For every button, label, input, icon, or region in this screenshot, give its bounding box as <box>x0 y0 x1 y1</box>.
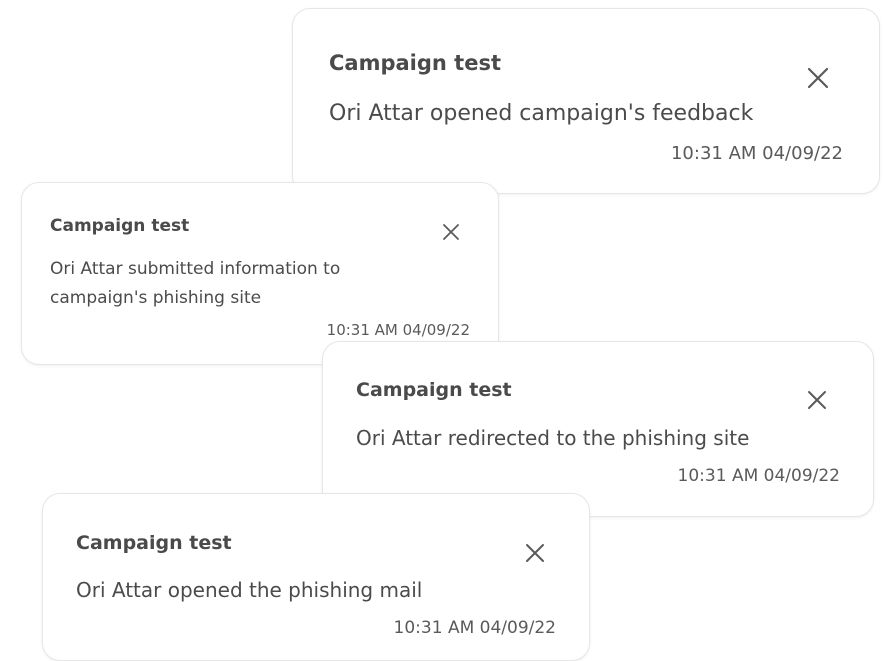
notification-timestamp: 10:31 AM 04/09/22 <box>326 321 470 339</box>
notification-message: Ori Attar opened the phishing mail <box>76 578 423 602</box>
close-icon[interactable] <box>807 67 829 89</box>
notification-timestamp: 10:31 AM 04/09/22 <box>677 466 840 486</box>
notification-toast-feedback-opened: Campaign test Ori Attar opened campaign'… <box>292 8 880 194</box>
notification-title: Campaign test <box>76 532 232 554</box>
close-icon[interactable] <box>807 390 827 410</box>
notification-message: Ori Attar submitted information to campa… <box>50 259 341 308</box>
notification-title: Campaign test <box>50 216 190 236</box>
notification-message: Ori Attar redirected to the phishing sit… <box>356 426 750 450</box>
notification-timestamp: 10:31 AM 04/09/22 <box>393 618 556 638</box>
notification-toast-redirected: Campaign test Ori Attar redirected to th… <box>322 341 874 517</box>
notification-title: Campaign test <box>329 51 501 75</box>
notification-title: Campaign test <box>356 379 512 401</box>
close-icon[interactable] <box>525 543 545 563</box>
close-icon[interactable] <box>442 223 460 241</box>
notification-toast-mail-opened: Campaign test Ori Attar opened the phish… <box>42 493 590 661</box>
notification-timestamp: 10:31 AM 04/09/22 <box>670 143 843 164</box>
notification-toast-info-submitted: Campaign test Ori Attar submitted inform… <box>21 182 499 365</box>
notification-message: Ori Attar opened campaign's feedback <box>329 101 754 126</box>
